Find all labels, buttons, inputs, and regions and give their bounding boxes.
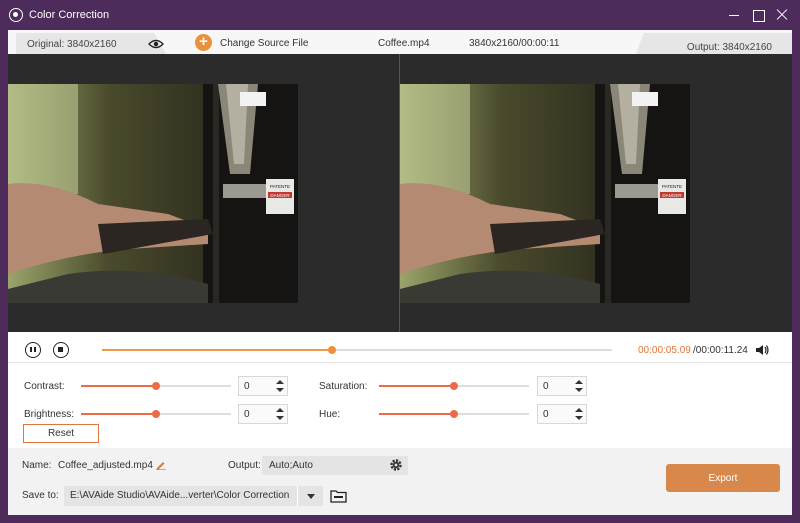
chevron-down-icon[interactable] <box>297 486 323 506</box>
sign-line-1: PATENTE <box>270 184 290 189</box>
contrast-slider[interactable] <box>81 382 231 390</box>
original-preview: PATENTE DANGER <box>8 84 298 303</box>
folder-icon[interactable] <box>330 489 347 503</box>
name-label: Name: <box>22 460 52 471</box>
playback-progress-bar[interactable] <box>102 346 612 354</box>
current-time: 00:00:05.09 <box>638 345 691 356</box>
total-time: /00:00:11.24 <box>693 345 748 356</box>
brightness-slider[interactable] <box>81 410 231 418</box>
eye-icon[interactable] <box>148 39 164 49</box>
brightness-value: 0 <box>244 409 250 420</box>
hue-spinner[interactable] <box>572 405 586 423</box>
brightness-slider-fill <box>81 413 156 415</box>
hue-value: 0 <box>543 409 549 420</box>
saturation-input[interactable]: 0 <box>537 376 587 396</box>
output-tab: Output: 3840x2160 <box>636 33 792 54</box>
edit-icon[interactable] <box>156 460 166 470</box>
save-path-field[interactable]: E:\AVAide Studio\AVAide...verter\Color C… <box>64 486 323 506</box>
hue-slider-handle[interactable] <box>450 410 458 418</box>
window-title: Color Correction <box>29 9 110 21</box>
sign-line-1: PATENTE <box>662 184 682 189</box>
saturation-slider-fill <box>379 385 454 387</box>
sign-line-2: DANGER <box>270 193 290 198</box>
brightness-spinner[interactable] <box>273 405 287 423</box>
output-preview: PATENTE DANGER <box>400 84 690 303</box>
contrast-input[interactable]: 0 <box>238 376 288 396</box>
spin-down-icon[interactable] <box>276 388 284 392</box>
info-bar: Original: 3840x2160 + Change Source File… <box>8 30 792 54</box>
pause-icon[interactable] <box>25 342 41 358</box>
hue-label: Hue: <box>319 409 341 420</box>
playback-progress-handle[interactable] <box>327 346 336 354</box>
original-video-frame: PATENTE DANGER <box>8 84 298 303</box>
main-panel: Original: 3840x2160 + Change Source File… <box>8 30 792 515</box>
spin-up-icon[interactable] <box>276 408 284 412</box>
output-settings-panel: Name: Coffee_adjusted.mp4 Output: Auto;A… <box>8 448 792 515</box>
brightness-label: Brightness: <box>24 409 75 420</box>
spin-up-icon[interactable] <box>276 380 284 384</box>
file-name-value[interactable]: Coffee_adjusted.mp4 <box>58 460 153 471</box>
spin-down-icon[interactable] <box>276 416 284 420</box>
spin-up-icon[interactable] <box>575 380 583 384</box>
saturation-label: Saturation: <box>319 381 368 392</box>
hue-slider-fill <box>379 413 454 415</box>
spin-down-icon[interactable] <box>575 416 583 420</box>
playback-progress-fill <box>102 349 332 351</box>
reset-button[interactable]: Reset <box>23 424 99 443</box>
close-icon[interactable] <box>772 5 792 25</box>
output-resolution-label: Output: 3840x2160 <box>686 42 772 53</box>
sign-line-2: DANGER <box>662 193 682 198</box>
spin-up-icon[interactable] <box>575 408 583 412</box>
gear-icon[interactable] <box>389 458 403 472</box>
contrast-label: Contrast: <box>24 381 65 392</box>
maximize-icon[interactable] <box>748 5 768 25</box>
brightness-slider-handle[interactable] <box>152 410 160 418</box>
contrast-value: 0 <box>244 381 250 392</box>
separator <box>8 362 792 363</box>
save-path-value: E:\AVAide Studio\AVAide...verter\Color C… <box>70 490 290 501</box>
contrast-slider-fill <box>81 385 156 387</box>
spin-down-icon[interactable] <box>575 388 583 392</box>
file-info-label: 3840x2160/00:00:11 <box>469 38 560 49</box>
saturation-value: 0 <box>543 381 549 392</box>
save-to-label: Save to: <box>22 490 59 501</box>
plus-icon[interactable]: + <box>195 34 212 51</box>
contrast-slider-handle[interactable] <box>152 382 160 390</box>
stop-icon[interactable] <box>53 342 69 358</box>
video-preview-area: PATENTE DANGER PATENTE DANGER <box>8 54 792 332</box>
hue-input[interactable]: 0 <box>537 404 587 424</box>
saturation-slider[interactable] <box>379 382 529 390</box>
original-resolution-label: Original: 3840x2160 <box>27 39 117 50</box>
change-source-file-button[interactable]: Change Source File <box>220 38 308 49</box>
title-bar: Color Correction <box>0 0 800 30</box>
brightness-input[interactable]: 0 <box>238 404 288 424</box>
contrast-spinner[interactable] <box>273 377 287 395</box>
saturation-slider-handle[interactable] <box>450 382 458 390</box>
output-format-value: Auto;Auto <box>269 460 313 471</box>
output-format-field[interactable]: Auto;Auto <box>262 456 408 475</box>
file-name-label: Coffee.mp4 <box>378 38 430 49</box>
output-format-label: Output: <box>228 460 261 471</box>
minimize-icon[interactable] <box>724 5 744 25</box>
app-logo-icon <box>9 8 23 22</box>
saturation-spinner[interactable] <box>572 377 586 395</box>
export-button[interactable]: Export <box>666 464 780 492</box>
output-video-frame: PATENTE DANGER <box>400 84 690 303</box>
volume-icon[interactable] <box>755 343 769 357</box>
hue-slider[interactable] <box>379 410 529 418</box>
app-window: Color Correction Original: 3840x2160 + C… <box>0 0 800 523</box>
